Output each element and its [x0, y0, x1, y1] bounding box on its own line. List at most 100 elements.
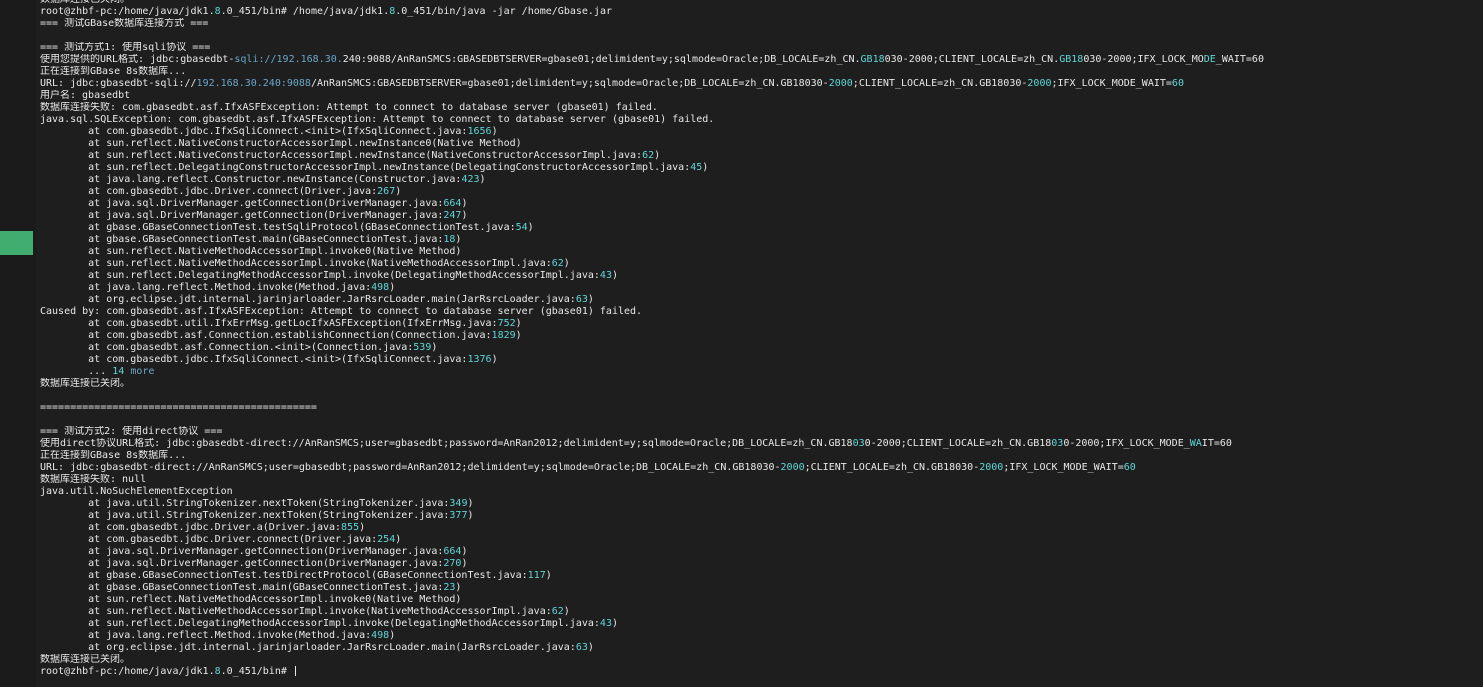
terminal-text: ;IFX_LOCK_MODE_WAIT= — [1003, 462, 1124, 473]
terminal-text: at com.gbasedbt.jdbc.Driver.connect(Driv… — [40, 534, 378, 545]
terminal-text: DE — [1203, 54, 1216, 65]
terminal-text: at java.lang.reflect.Method.invoke(Metho… — [40, 630, 372, 641]
terminal-text: ) — [587, 294, 594, 305]
terminal-text: 247 — [443, 210, 462, 221]
terminal-output[interactable]: 数据库连接已关闭。 root@zhbf-pc:/home/java/jdk1.8.… — [40, 0, 1483, 687]
terminal-text: _WAIT=60 — [1215, 54, 1264, 65]
terminal-text: at sun.reflect.DelegatingMethodAccessorI… — [40, 270, 600, 281]
terminal-text: 数据库连接已关闭。 — [40, 0, 130, 5]
terminal-text: ) — [389, 630, 396, 641]
terminal-line: at sun.reflect.DelegatingMethodAccessorI… — [40, 618, 1483, 630]
terminal-text: at java.sql.DriverManager.getConnection(… — [40, 546, 444, 557]
terminal-text: at com.gbasedbt.jdbc.Driver.connect(Driv… — [40, 186, 378, 197]
terminal-text: at java.sql.DriverManager.getConnection(… — [40, 210, 444, 221]
terminal-text: java.sql.SQLException: com.gbasedbt.asf.… — [40, 114, 715, 125]
terminal-text: 1376 — [467, 354, 492, 365]
terminal-text: ) — [479, 174, 486, 185]
terminal-line: at sun.reflect.NativeMethodAccessorImpl.… — [40, 594, 1483, 606]
terminal-text: 18 — [443, 234, 456, 245]
terminal-text: ;IFX_LOCK_MODE_WAIT= — [1051, 78, 1172, 89]
terminal-text: 2000 — [1027, 78, 1052, 89]
terminal-text: at gbase.GBaseConnectionTest.main(GBaseC… — [40, 234, 444, 245]
terminal-line: 数据库连接已关闭。 — [40, 378, 1483, 390]
terminal-text: ) — [455, 234, 462, 245]
terminal-text: at gbase.GBaseConnectionTest.testSqliPro… — [40, 222, 516, 233]
terminal-text: 03 — [852, 438, 865, 449]
terminal-line: at com.gbasedbt.asf.Connection.<init>(Co… — [40, 342, 1483, 354]
terminal-text: URL: jdbc:gbasedbt-direct://AnRanSMCS;us… — [40, 462, 781, 473]
terminal-line: at java.lang.reflect.Method.invoke(Metho… — [40, 282, 1483, 294]
terminal-text: 63 — [575, 642, 588, 653]
terminal-text: at com.gbasedbt.jdbc.IfxSqliConnect.<ini… — [40, 126, 468, 137]
terminal-line: at gbase.GBaseConnectionTest.testSqliPro… — [40, 222, 1483, 234]
terminal-line: at sun.reflect.DelegatingMethodAccessorI… — [40, 270, 1483, 282]
terminal-text: at gbase.GBaseConnectionTest.main(GBaseC… — [40, 582, 444, 593]
terminal-line: === 测试方式1: 使用sqli协议 === — [40, 42, 1483, 54]
terminal-text: ) — [455, 582, 462, 593]
terminal-text: ) — [515, 330, 522, 341]
terminal-text: at com.gbasedbt.asf.Connection.establish… — [40, 330, 492, 341]
terminal-text: ) — [491, 126, 498, 137]
terminal-text: ) — [611, 270, 618, 281]
terminal-text: ========================================… — [40, 402, 317, 413]
terminal-text: at sun.reflect.NativeConstructorAccessor… — [40, 138, 522, 149]
terminal-text: ) — [461, 558, 468, 569]
terminal-text: 1829 — [491, 330, 516, 341]
terminal-text: at com.gbasedbt.jdbc.IfxSqliConnect.<ini… — [40, 354, 468, 365]
terminal-text: 使用您提供的URL格式: jdbc:gbasedbt- — [40, 54, 235, 65]
terminal-line: at gbase.GBaseConnectionTest.main(GBaseC… — [40, 234, 1483, 246]
terminal-text: at com.gbasedbt.asf.Connection.<init>(Co… — [40, 342, 414, 353]
terminal-text: ) — [515, 318, 522, 329]
terminal-text: ) — [389, 282, 396, 293]
terminal-line: 正在连接到GBase 8s数据库... — [40, 450, 1483, 462]
terminal-text: at sun.reflect.DelegatingConstructorAcce… — [40, 162, 691, 173]
terminal-text: sqli://192.168.30. — [234, 54, 343, 65]
terminal-text: 267 — [377, 186, 396, 197]
terminal-text: ;CLIENT_LOCALE=zh_CN.GB18030- — [852, 78, 1028, 89]
terminal-line: === 测试GBase数据库连接方式 === — [40, 18, 1483, 30]
terminal-line: 正在连接到GBase 8s数据库... — [40, 66, 1483, 78]
terminal-text: ;CLIENT_LOCALE=zh_CN.GB18030- — [804, 462, 980, 473]
terminal-text: at sun.reflect.NativeMethodAccessorImpl.… — [40, 246, 462, 257]
terminal-text: 030-2000;CLIENT_LOCALE=zh_CN. — [884, 54, 1060, 65]
terminal-text: GB18 — [860, 54, 885, 65]
terminal-cursor — [294, 666, 296, 676]
terminal-line: root@zhbf-pc:/home/java/jdk1.8.0_451/bin… — [40, 666, 1483, 678]
terminal-line: at org.eclipse.jdt.internal.jarinjarload… — [40, 642, 1483, 654]
terminal-text: 用户名: gbasedbt — [40, 90, 131, 101]
terminal-line: at java.lang.reflect.Constructor.newInst… — [40, 174, 1483, 186]
terminal-text: 423 — [461, 174, 480, 185]
terminal-text: at sun.reflect.NativeConstructorAccessor… — [40, 150, 643, 161]
terminal-text: /AnRanSMCS:GBASEDBTSERVER=gbase01;delimi… — [310, 78, 829, 89]
terminal-line: at com.gbasedbt.jdbc.IfxSqliConnect.<ini… — [40, 126, 1483, 138]
terminal-text: 使用direct协议URL格式: jdbc:gbasedbt-direct://… — [40, 438, 853, 449]
terminal-line: at java.util.StringTokenizer.nextToken(S… — [40, 510, 1483, 522]
terminal-line: at com.gbasedbt.jdbc.Driver.connect(Driv… — [40, 534, 1483, 546]
terminal-text: === 测试方式2: 使用direct协议 === — [40, 426, 223, 437]
terminal-text: .0_451/bin# — [220, 666, 293, 677]
terminal-text: at org.eclipse.jdt.internal.jarinjarload… — [40, 294, 576, 305]
terminal-text: .0_451/bin/java -jar /home/Gbase.jar — [395, 6, 612, 17]
terminal-text: 752 — [497, 318, 516, 329]
terminal-line: at sun.reflect.NativeConstructorAccessor… — [40, 150, 1483, 162]
terminal-line: at java.sql.DriverManager.getConnection(… — [40, 546, 1483, 558]
terminal-text: 03 — [1051, 438, 1064, 449]
terminal-text: 498 — [371, 282, 390, 293]
terminal-text: ) — [461, 546, 468, 557]
terminal-text: 45 — [690, 162, 703, 173]
terminal-text: 60 — [1171, 78, 1184, 89]
terminal-line: at java.lang.reflect.Method.invoke(Metho… — [40, 630, 1483, 642]
terminal-text: 349 — [449, 498, 468, 509]
terminal-line: 使用direct协议URL格式: jdbc:gbasedbt-direct://… — [40, 438, 1483, 450]
terminal-text: 63 — [575, 294, 588, 305]
terminal-text: at sun.reflect.NativeMethodAccessorImpl.… — [40, 258, 552, 269]
terminal-text: at java.lang.reflect.Constructor.newInst… — [40, 174, 462, 185]
terminal-text: 数据库连接失败: null — [40, 474, 147, 485]
terminal-line: at com.gbasedbt.asf.Connection.establish… — [40, 330, 1483, 342]
terminal-text: 2000 — [780, 462, 805, 473]
terminal-line: === 测试方式2: 使用direct协议 === — [40, 426, 1483, 438]
terminal-text: 192.168.30.240:9088 — [196, 78, 311, 89]
